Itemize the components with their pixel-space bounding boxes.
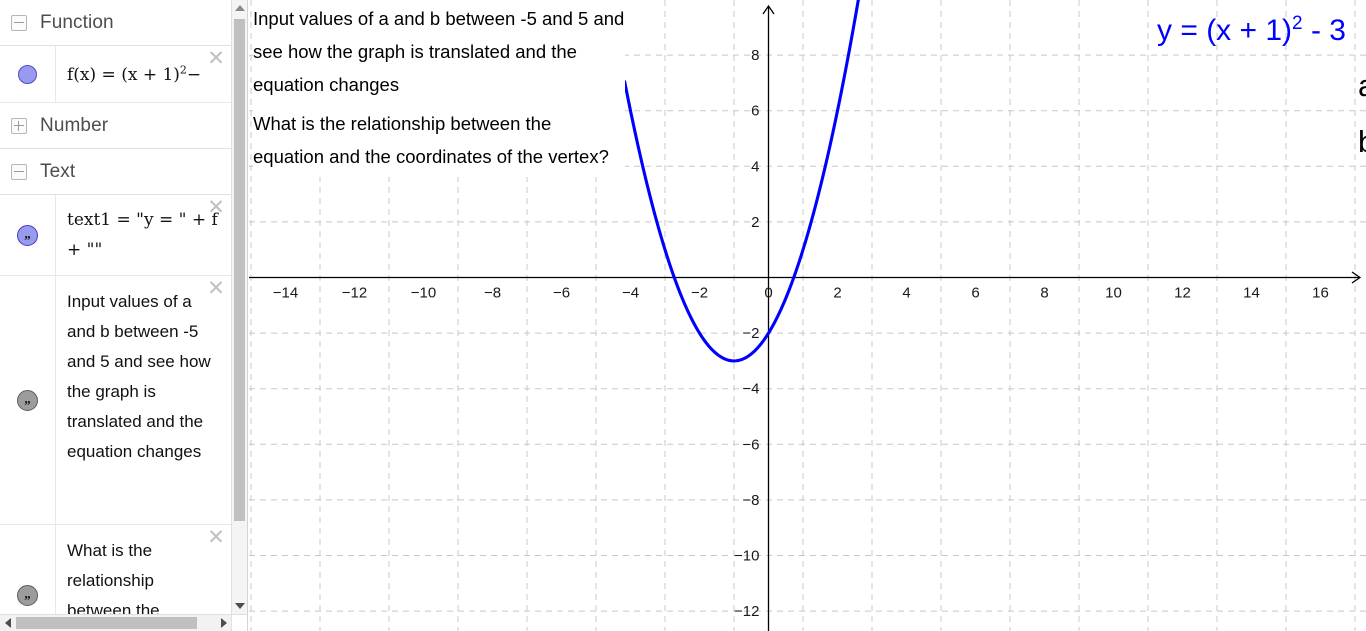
scrollbar-corner bbox=[231, 614, 247, 631]
svg-text:−14: −14 bbox=[273, 285, 298, 302]
visibility-dot-icon[interactable] bbox=[18, 64, 37, 84]
svg-text:−6: −6 bbox=[742, 436, 759, 453]
svg-text:−6: −6 bbox=[553, 285, 570, 302]
svg-text:4: 4 bbox=[902, 285, 910, 302]
svg-text:−12: −12 bbox=[734, 603, 759, 620]
label-a: a = bbox=[1358, 68, 1366, 104]
algebra-row-text3[interactable]: „ ✕ What is the relationship between the… bbox=[0, 525, 232, 614]
text2-content: Input values of a and b between -5 and 5… bbox=[67, 292, 211, 461]
text-quote-icon[interactable]: „ bbox=[17, 585, 38, 606]
svg-text:16: 16 bbox=[1312, 285, 1329, 302]
sidebar-horizontal-scrollbar[interactable] bbox=[0, 614, 232, 631]
svg-text:−8: −8 bbox=[484, 285, 501, 302]
x-axis-tick-labels: −14 −12 −10 −8 −6 −4 −2 0 2 4 6 8 10 12 14 16 bbox=[273, 285, 1329, 302]
svg-text:−10: −10 bbox=[411, 285, 436, 302]
close-icon[interactable]: ✕ bbox=[206, 197, 226, 218]
text1-content: text1 = "y = " + f + "" bbox=[67, 210, 218, 260]
svg-text:12: 12 bbox=[1174, 285, 1191, 302]
text-quote-icon[interactable]: „ bbox=[17, 224, 38, 246]
algebra-row-function[interactable]: ✕ f(x) = (x + 1)2− bbox=[0, 46, 232, 103]
algebra-view-sidebar: Function ✕ f(x) = (x + 1)2− Number Text bbox=[0, 0, 248, 631]
close-icon[interactable]: ✕ bbox=[206, 48, 226, 69]
text2-marker-cell[interactable]: „ bbox=[0, 276, 56, 524]
svg-text:8: 8 bbox=[1040, 285, 1048, 302]
sidebar-vertical-scrollbar[interactable] bbox=[231, 0, 247, 614]
group-header-text[interactable]: Text bbox=[0, 149, 232, 195]
group-header-number[interactable]: Number bbox=[0, 103, 232, 149]
text1-marker-cell[interactable]: „ bbox=[0, 195, 56, 275]
svg-text:−12: −12 bbox=[342, 285, 367, 302]
triangle-left-icon[interactable] bbox=[0, 615, 16, 631]
equation-prefix: y = (x + 1) bbox=[1157, 14, 1293, 47]
geogebra-window: Function ✕ f(x) = (x + 1)2− Number Text bbox=[0, 0, 1366, 631]
graphics-note-2: What is the relationship between the equ… bbox=[253, 113, 609, 167]
algebra-row-text1[interactable]: „ ✕ text1 = "y = " + f + "" bbox=[0, 195, 232, 276]
text3-marker-cell[interactable]: „ bbox=[0, 525, 56, 614]
triangle-up-icon[interactable] bbox=[232, 0, 247, 16]
svg-text:10: 10 bbox=[1105, 285, 1122, 302]
minus-box-icon[interactable] bbox=[11, 163, 27, 180]
svg-text:−2: −2 bbox=[691, 285, 708, 302]
group-label-text: Text bbox=[40, 160, 76, 182]
vertical-scrollbar-thumb[interactable] bbox=[234, 19, 245, 521]
svg-text:4: 4 bbox=[751, 158, 759, 175]
horizontal-scrollbar-thumb[interactable] bbox=[16, 617, 197, 629]
input-line-b: b = -3 bbox=[1358, 116, 1366, 168]
group-label-number: Number bbox=[40, 114, 109, 136]
input-line-a: a = -1 bbox=[1358, 60, 1366, 112]
svg-text:2: 2 bbox=[751, 214, 759, 231]
text-quote-icon[interactable]: „ bbox=[17, 389, 38, 411]
minus-box-icon[interactable] bbox=[11, 14, 27, 31]
graphics-note-1: Input values of a and b between -5 and 5… bbox=[253, 8, 625, 95]
svg-text:−10: −10 bbox=[734, 548, 759, 565]
algebra-row-text2[interactable]: „ ✕ Input values of a and b between -5 a… bbox=[0, 276, 232, 525]
triangle-down-icon[interactable] bbox=[232, 598, 247, 614]
svg-text:6: 6 bbox=[971, 285, 979, 302]
function-definition-cell[interactable]: ✕ f(x) = (x + 1)2− bbox=[56, 46, 232, 102]
svg-text:−4: −4 bbox=[622, 285, 639, 302]
svg-text:2: 2 bbox=[833, 285, 841, 302]
text3-content: What is the relationship between the equ… bbox=[67, 541, 160, 614]
algebra-view-list: Function ✕ f(x) = (x + 1)2− Number Text bbox=[0, 0, 232, 614]
text1-content-cell[interactable]: ✕ text1 = "y = " + f + "" bbox=[56, 195, 232, 275]
triangle-right-icon[interactable] bbox=[216, 615, 232, 631]
svg-text:14: 14 bbox=[1243, 285, 1260, 302]
graphics-view[interactable]: −14 −12 −10 −8 −6 −4 −2 0 2 4 6 8 10 12 14 16 8 6 4 2 −2 −4−… bbox=[249, 0, 1366, 631]
equation-exponent: 2 bbox=[1292, 13, 1303, 34]
svg-text:−4: −4 bbox=[742, 381, 759, 398]
equation-suffix: - 3 bbox=[1302, 14, 1346, 47]
svg-text:−2: −2 bbox=[742, 325, 759, 342]
text3-content-cell[interactable]: ✕ What is the relationship between the e… bbox=[56, 525, 232, 614]
plus-box-icon[interactable] bbox=[11, 117, 27, 134]
svg-text:8: 8 bbox=[751, 47, 759, 64]
close-icon[interactable]: ✕ bbox=[206, 278, 226, 299]
equation-label[interactable]: y = (x + 1)2 - 3 bbox=[1157, 13, 1346, 48]
text2-content-cell[interactable]: ✕ Input values of a and b between -5 and… bbox=[56, 276, 232, 524]
svg-text:6: 6 bbox=[751, 103, 759, 120]
svg-text:−8: −8 bbox=[742, 492, 759, 509]
parabola-curve bbox=[623, 0, 860, 363]
label-b: b = bbox=[1358, 124, 1366, 160]
svg-text:0: 0 bbox=[764, 285, 772, 302]
function-marker-cell[interactable] bbox=[0, 46, 56, 102]
function-definition: f(x) = (x + 1)2− bbox=[67, 63, 202, 85]
close-icon[interactable]: ✕ bbox=[206, 527, 226, 548]
graphics-note-block[interactable]: Input values of a and b between -5 and 5… bbox=[253, 0, 625, 177]
group-label-function: Function bbox=[40, 11, 114, 33]
group-header-function[interactable]: Function bbox=[0, 0, 232, 46]
